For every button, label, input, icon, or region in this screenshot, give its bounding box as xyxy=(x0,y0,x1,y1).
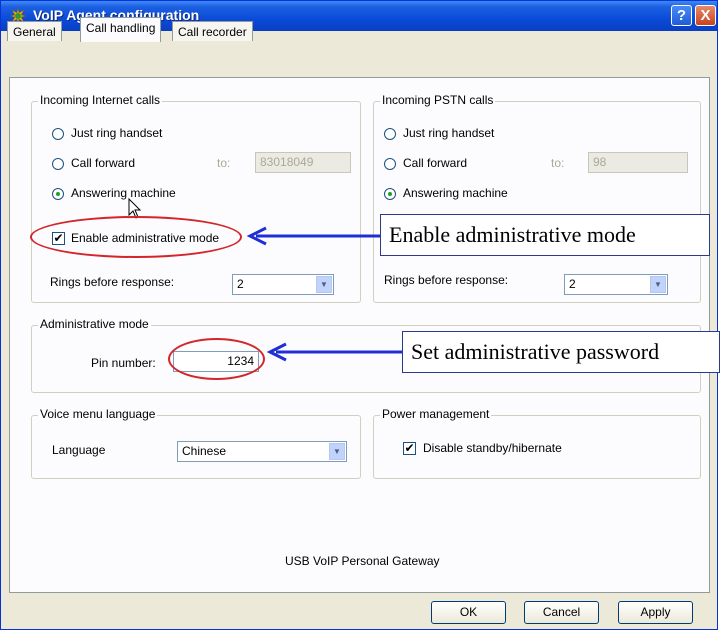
tab-call-recorder[interactable]: Call recorder xyxy=(172,21,253,41)
dialog-window: VoIP Agent configuration ? X General Cal… xyxy=(0,0,718,630)
language-select[interactable]: Chinese ▼ xyxy=(177,441,347,462)
apply-button[interactable]: Apply xyxy=(618,601,693,624)
pin-highlight-ellipse xyxy=(168,338,265,380)
pstn-ring-label: Just ring handset xyxy=(403,126,495,140)
tab-call-handling[interactable]: Call handling xyxy=(80,17,162,42)
pin-number-label: Pin number: xyxy=(91,356,156,370)
tab-general[interactable]: General xyxy=(7,21,62,41)
pstn-rings-value: 2 xyxy=(569,277,576,291)
language-label: Language xyxy=(52,443,106,457)
chevron-down-icon[interactable]: ▼ xyxy=(316,276,332,293)
language-value: Chinese xyxy=(182,444,227,458)
chevron-down-icon[interactable]: ▼ xyxy=(329,443,345,460)
pstn-forward-label: Call forward xyxy=(403,156,468,170)
internet-answer-radio[interactable] xyxy=(52,188,64,200)
pstn-forward-radio[interactable] xyxy=(384,158,396,170)
help-button[interactable]: ? xyxy=(671,5,692,26)
close-button[interactable]: X xyxy=(695,5,716,26)
callout-admin-mode: Enable administrative mode xyxy=(380,214,710,256)
internet-rings-label: Rings before response: xyxy=(50,275,175,289)
cancel-button[interactable]: Cancel xyxy=(524,601,599,624)
group-title: Incoming PSTN calls xyxy=(380,93,496,107)
internet-forward-input[interactable]: 83018049 xyxy=(255,152,351,173)
pstn-ring-radio[interactable] xyxy=(384,128,396,140)
pstn-rings-label: Rings before response: xyxy=(384,273,509,287)
pstn-forward-input[interactable]: 98 xyxy=(588,152,688,173)
pstn-to-label: to: xyxy=(551,156,565,170)
internet-forward-radio[interactable] xyxy=(52,158,64,170)
disable-standby-checkbox[interactable]: ✔ xyxy=(403,442,416,455)
callout-password: Set administrative password xyxy=(402,331,720,373)
group-title: Voice menu language xyxy=(38,407,158,421)
disable-standby-label: Disable standby/hibernate xyxy=(423,441,562,455)
internet-forward-label: Call forward xyxy=(71,156,136,170)
internet-rings-select[interactable]: 2 ▼ xyxy=(232,274,334,295)
chevron-down-icon[interactable]: ▼ xyxy=(650,276,666,293)
group-title: Administrative mode xyxy=(38,317,151,331)
footer-product-name: USB VoIP Personal Gateway xyxy=(285,554,440,568)
internet-answer-label: Answering machine xyxy=(71,186,176,200)
group-title: Power management xyxy=(380,407,492,421)
group-title: Incoming Internet calls xyxy=(38,93,163,107)
internet-rings-value: 2 xyxy=(237,277,244,291)
pstn-answer-radio[interactable] xyxy=(384,188,396,200)
pstn-rings-select[interactable]: 2 ▼ xyxy=(564,274,668,295)
admin-mode-highlight-ellipse xyxy=(30,216,242,258)
pstn-answer-label: Answering machine xyxy=(403,186,508,200)
ok-button[interactable]: OK xyxy=(431,601,506,624)
internet-ring-label: Just ring handset xyxy=(71,126,163,140)
internet-to-label: to: xyxy=(217,156,231,170)
internet-ring-radio[interactable] xyxy=(52,128,64,140)
